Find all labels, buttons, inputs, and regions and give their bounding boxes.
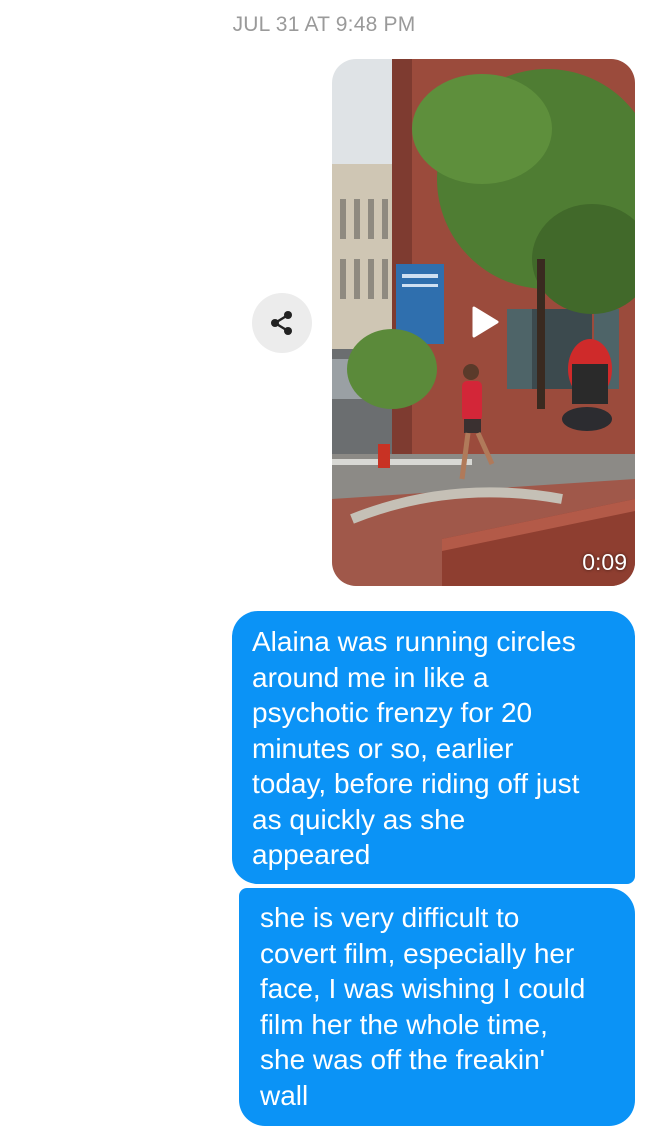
share-button[interactable] — [252, 293, 312, 353]
message-line: around me in like a — [252, 661, 489, 693]
play-icon[interactable] — [470, 305, 500, 339]
message-line: face, I was wishing I could — [260, 973, 586, 1004]
message-line: film her the whole time, — [260, 1008, 548, 1040]
message-line: as quickly as she — [252, 803, 466, 835]
message-timestamp: JUL 31 AT 9:48 PM — [232, 13, 416, 36]
video-message[interactable]: 0:09 — [332, 59, 635, 586]
sent-message-bubble[interactable]: she is very difficult to covert film, es… — [239, 888, 635, 1126]
message-line: Alaina was running circles — [252, 626, 576, 657]
chat-thread: JUL 31 AT 9:48 PM 0:09 Alaina was runnin… — [0, 0, 648, 1140]
message-line: she is very difficult to — [260, 902, 520, 933]
share-icon — [271, 311, 292, 335]
message-line: covert film, especially her — [260, 937, 575, 969]
message-line: minutes or so, earlier — [252, 732, 514, 764]
message-line: appeared — [252, 839, 371, 870]
sent-message-bubble[interactable]: Alaina was running circles around me in … — [232, 611, 635, 884]
video-duration: 0:09 — [582, 549, 627, 575]
message-line: wall — [260, 1079, 309, 1111]
message-line: psychotic frenzy for 20 — [252, 697, 533, 728]
message-line: she was off the freakin' — [260, 1044, 545, 1075]
message-line: today, before riding off just — [252, 768, 580, 799]
